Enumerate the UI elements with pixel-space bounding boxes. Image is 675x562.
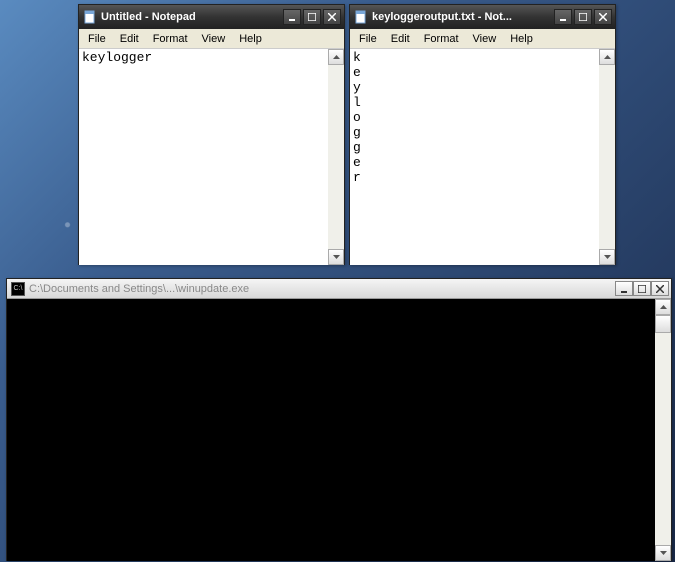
scrollbar-vertical[interactable] [599, 49, 615, 265]
menu-file[interactable]: File [352, 31, 384, 47]
window-title: keyloggeroutput.txt - Not... [372, 11, 554, 23]
scroll-up-button[interactable] [328, 49, 344, 65]
close-button[interactable] [594, 9, 612, 25]
maximize-button[interactable] [633, 281, 651, 296]
minimize-button[interactable] [283, 9, 301, 25]
console-icon: C:\ [11, 282, 25, 296]
menubar: File Edit Format View Help [79, 29, 344, 49]
scroll-up-button[interactable] [655, 299, 671, 315]
scroll-track[interactable] [655, 315, 671, 545]
notepad-icon [83, 10, 97, 24]
scroll-down-button[interactable] [599, 249, 615, 265]
minimize-button[interactable] [615, 281, 633, 296]
titlebar[interactable]: Untitled - Notepad [79, 5, 344, 29]
console-body [7, 299, 671, 561]
menu-file[interactable]: File [81, 31, 113, 47]
window-controls [615, 281, 669, 296]
titlebar[interactable]: C:\ C:\Documents and Settings\...\winupd… [7, 279, 671, 299]
menu-view[interactable]: View [195, 31, 233, 47]
scroll-track[interactable] [328, 65, 344, 249]
titlebar[interactable]: keyloggeroutput.txt - Not... [350, 5, 615, 29]
text-area[interactable]: k e y l o g g e r [350, 49, 615, 265]
scroll-track[interactable] [599, 65, 615, 249]
text-content[interactable]: keylogger [79, 49, 328, 265]
window-controls [554, 9, 612, 25]
menu-format[interactable]: Format [417, 31, 466, 47]
scrollbar-vertical[interactable] [328, 49, 344, 265]
scroll-up-button[interactable] [599, 49, 615, 65]
text-content[interactable]: k e y l o g g e r [350, 49, 599, 265]
notepad-window-1[interactable]: Untitled - Notepad File Edit Format View… [78, 4, 345, 265]
menu-view[interactable]: View [466, 31, 504, 47]
console-window[interactable]: C:\ C:\Documents and Settings\...\winupd… [6, 278, 672, 561]
menu-help[interactable]: Help [503, 31, 540, 47]
scroll-down-button[interactable] [655, 545, 671, 561]
window-title: C:\Documents and Settings\...\winupdate.… [29, 283, 615, 295]
window-title: Untitled - Notepad [101, 11, 283, 23]
menu-edit[interactable]: Edit [113, 31, 146, 47]
menubar: File Edit Format View Help [350, 29, 615, 49]
notepad-window-2[interactable]: keyloggeroutput.txt - Not... File Edit F… [349, 4, 616, 265]
text-area[interactable]: keylogger [79, 49, 344, 265]
menu-edit[interactable]: Edit [384, 31, 417, 47]
console-content[interactable] [7, 299, 655, 561]
notepad-icon [354, 10, 368, 24]
window-controls [283, 9, 341, 25]
close-button[interactable] [323, 9, 341, 25]
maximize-button[interactable] [303, 9, 321, 25]
close-button[interactable] [651, 281, 669, 296]
maximize-button[interactable] [574, 9, 592, 25]
minimize-button[interactable] [554, 9, 572, 25]
menu-format[interactable]: Format [146, 31, 195, 47]
scrollbar-vertical[interactable] [655, 299, 671, 561]
scroll-thumb[interactable] [655, 315, 671, 333]
menu-help[interactable]: Help [232, 31, 269, 47]
scroll-down-button[interactable] [328, 249, 344, 265]
